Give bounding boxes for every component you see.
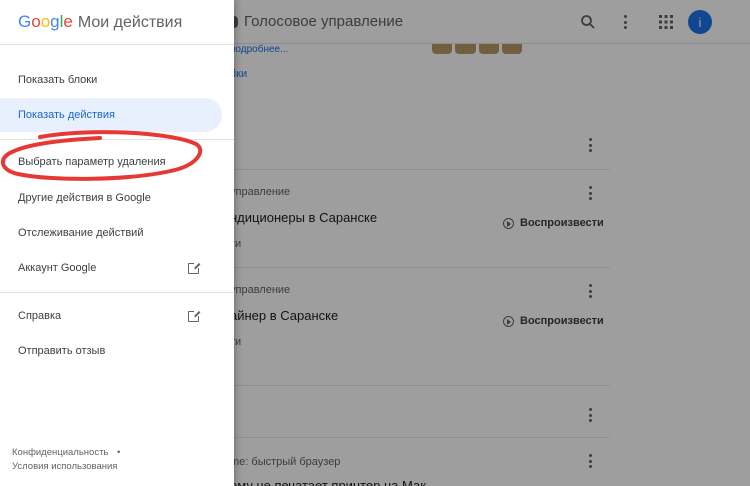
nav-item-show-bundles[interactable]: Показать блоки <box>0 63 222 97</box>
nav-item-activity-controls[interactable]: Отслеживание действий <box>0 216 222 250</box>
open-in-new-icon <box>188 310 200 322</box>
footer-links: Конфиденциальность • <box>12 447 120 458</box>
footer-links: Условия использования <box>12 461 117 472</box>
nav-item-delete-activity[interactable]: Выбрать параметр удаления <box>0 145 222 179</box>
open-in-new-icon <box>188 262 200 274</box>
divider <box>0 139 234 140</box>
divider <box>0 292 234 293</box>
terms-link[interactable]: Условия использования <box>12 461 117 472</box>
divider <box>0 44 234 45</box>
app-title: Мои действия <box>77 14 183 31</box>
app-header: Google Мои действия <box>18 12 182 32</box>
nav-item-show-activities[interactable]: Показать действия <box>0 98 222 132</box>
nav-item-other-activity[interactable]: Другие действия в Google <box>0 181 222 215</box>
privacy-link[interactable]: Конфиденциальность <box>12 447 108 458</box>
nav-item-google-account[interactable]: Аккаунт Google <box>0 251 222 285</box>
navigation-drawer: Google Мои действия Показать блоки Показ… <box>0 0 234 486</box>
nav-item-help[interactable]: Справка <box>0 299 222 333</box>
footer-separator: • <box>117 447 121 458</box>
google-logo[interactable]: Google <box>18 12 73 32</box>
nav-item-send-feedback[interactable]: Отправить отзыв <box>0 334 222 368</box>
